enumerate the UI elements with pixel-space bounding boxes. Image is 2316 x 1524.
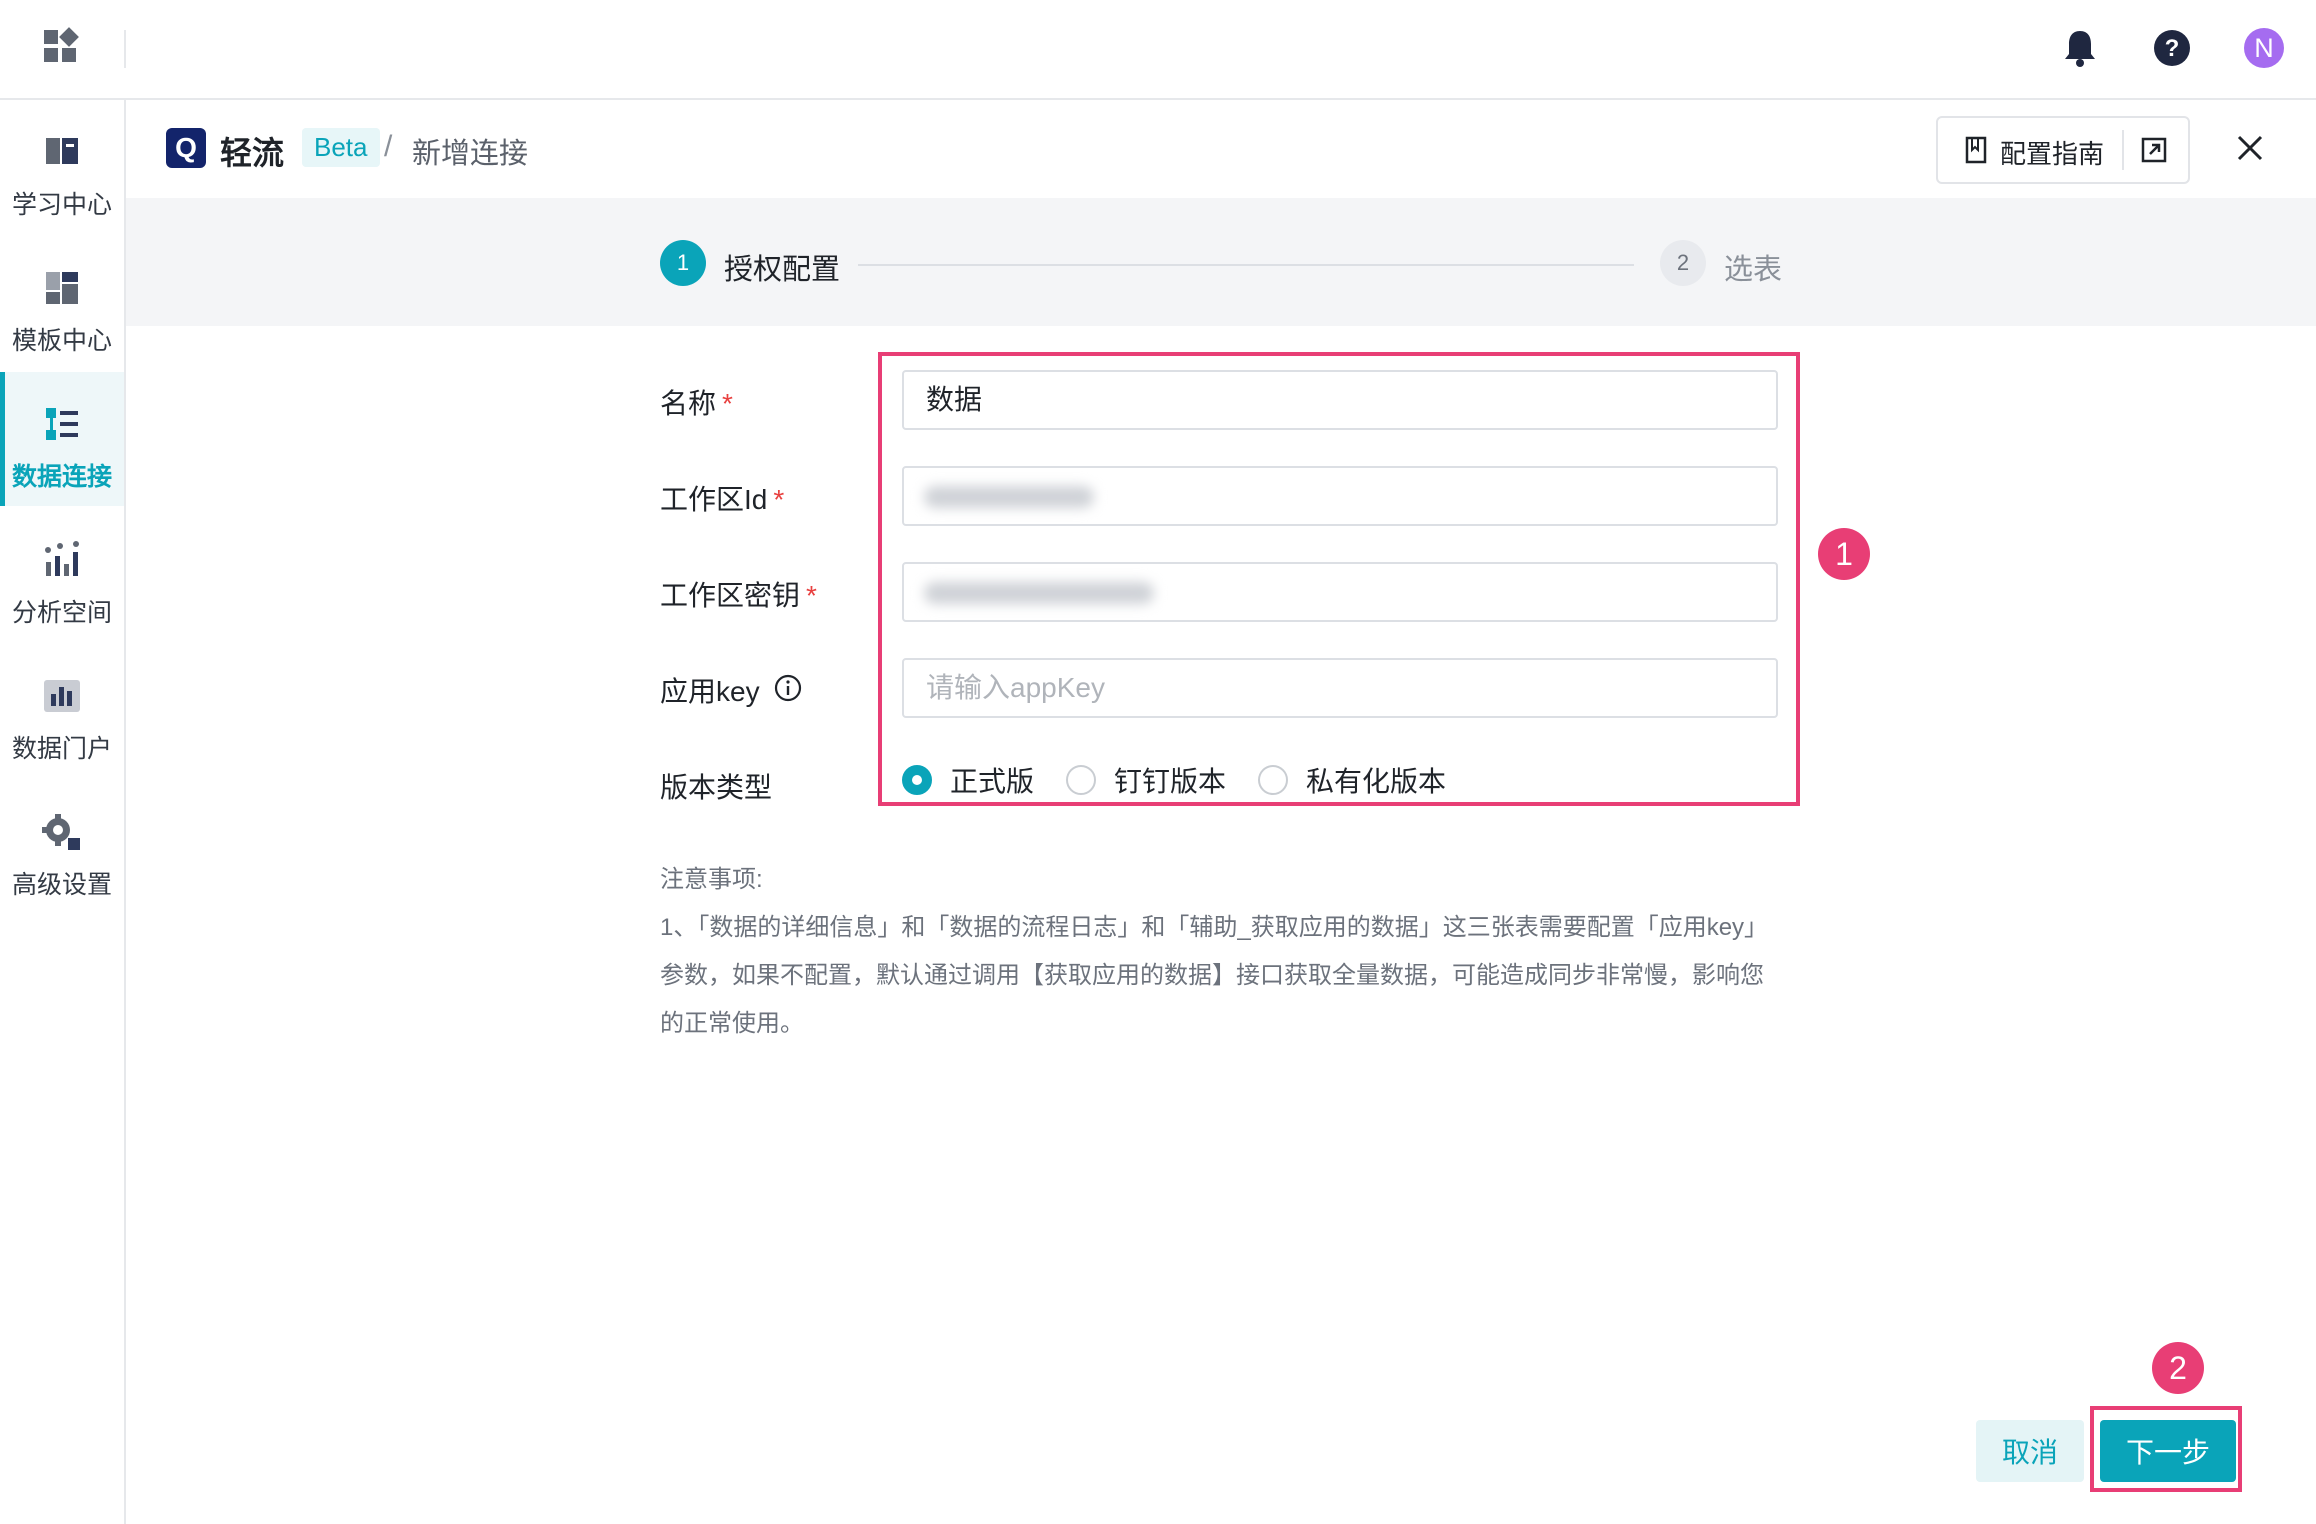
name-label: 名称 * [660,388,733,419]
sidebar-item-label: 高级设置 [11,871,112,899]
beta-badge: Beta [302,128,380,167]
annotation-badge-1: 1 [1818,528,1870,580]
sidebar-item-portal[interactable]: 数据门户 [0,644,124,778]
required-mark: * [806,580,817,611]
step-1-number: 1 [660,240,706,286]
sidebar-item-label: 学习中心 [11,191,112,219]
data-connect-icon [46,408,78,440]
sidebar-item-label: 数据连接 [11,463,112,491]
cancel-button[interactable]: 取消 [1976,1420,2084,1482]
top-bar: ? N [0,0,2316,100]
book-icon [46,138,78,164]
top-divider [124,30,126,68]
step-indicator: 1 授权配置 2 选表 [126,198,2316,326]
step-2-label: 选表 [1724,254,1783,286]
notes-title: 注意事项: [660,866,763,893]
template-icon [46,272,78,304]
step-connector [858,264,1634,266]
version-type-label: 版本类型 [660,772,773,803]
apps-grid-icon[interactable] [40,26,84,70]
workspace-key-label: 工作区密钥 * [660,580,817,611]
gear-icon [42,814,80,850]
close-icon[interactable] [2230,128,2270,168]
sidebar-item-label: 数据门户 [11,735,112,763]
sidebar-item-analysis[interactable]: 分析空间 [0,508,124,642]
guide-divider [2122,130,2124,170]
annotation-box-2 [2090,1406,2242,1492]
qingflow-logo: Q [166,128,206,168]
analysis-icon [45,541,79,576]
brand-name: 轻流 [220,135,285,171]
guide-label: 配置指南 [2000,139,2105,169]
panel-header: Q 轻流 Beta / 新增连接 配置指南 [126,100,2316,198]
breadcrumb-separator: / [384,130,393,163]
required-mark: * [773,484,785,515]
sidebar-item-label: 模板中心 [11,327,112,355]
annotation-badge-2: 2 [2152,1342,2204,1394]
sidebar-item-templates[interactable]: 模板中心 [0,236,124,370]
app-key-label: 应用key [660,676,760,707]
svg-text:?: ? [2165,35,2180,62]
info-icon[interactable] [774,674,802,702]
sidebar: 学习中心 模板中心 数据连接 分析空间 数据门户 高级设置 [0,100,126,1524]
annotation-box-1 [878,352,1800,806]
guide-book-icon [1965,136,1987,164]
sidebar-item-label: 分析空间 [11,599,112,627]
step-1-label: 授权配置 [724,254,841,286]
workspace-id-label: 工作区Id * [660,484,785,515]
step-2-number: 2 [1660,240,1706,286]
notes-line-1: 1、「数据的详细信息」和「数据的流程日志」和「辅助_获取应用的数据」这三张表需要… [660,914,1769,1037]
sidebar-item-settings[interactable]: 高级设置 [0,780,124,914]
required-mark: * [722,388,733,419]
sidebar-item-learning[interactable]: 学习中心 [0,100,124,234]
breadcrumb-current: 新增连接 [412,138,529,170]
open-external-icon[interactable] [2140,136,2168,164]
sidebar-item-data-connect[interactable]: 数据连接 [0,372,124,506]
portal-icon [44,680,80,712]
config-guide-button[interactable]: 配置指南 [1936,116,2190,184]
bell-icon[interactable] [2056,24,2104,72]
user-avatar[interactable]: N [2244,28,2284,68]
help-icon[interactable]: ? [2148,24,2196,72]
notes-section: 注意事项: 1、「数据的详细信息」和「数据的流程日志」和「辅助_获取应用的数据」… [660,856,1780,1048]
